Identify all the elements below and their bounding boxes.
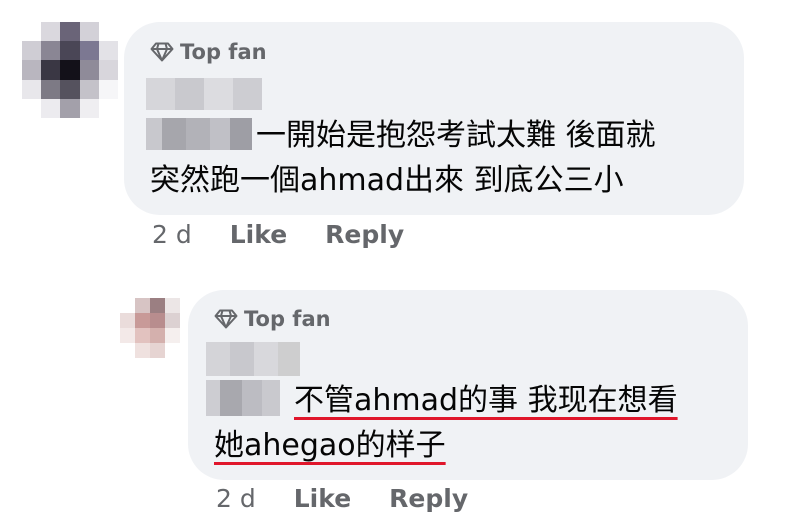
comment-actions: 2 d Like Reply [216, 484, 506, 513]
reply-button[interactable]: Reply [325, 220, 404, 249]
blurred-author-name[interactable] [206, 342, 300, 376]
comment-actions: 2 d Like Reply [152, 220, 442, 249]
diamond-icon [214, 309, 238, 329]
blurred-mention[interactable] [146, 118, 252, 150]
like-button[interactable]: Like [294, 484, 351, 513]
blurred-author-name[interactable] [146, 78, 262, 110]
badge-label: Top fan [244, 307, 331, 331]
comment-thread: Top fan 一開始是抱怨考試太難 後面就 突然跑一個ahmad出來 到底公三… [0, 0, 800, 525]
reply-button[interactable]: Reply [389, 484, 468, 513]
timestamp[interactable]: 2 d [152, 220, 192, 249]
comment-text-line: 突然跑一個ahmad出來 到底公三小 [150, 163, 624, 198]
top-fan-badge: Top fan [150, 40, 267, 64]
avatar[interactable] [120, 298, 180, 358]
like-button[interactable]: Like [230, 220, 287, 249]
top-fan-badge: Top fan [214, 307, 331, 331]
comment-text-line: 她ahegao的样子 [214, 428, 446, 463]
badge-label: Top fan [180, 40, 267, 64]
timestamp[interactable]: 2 d [216, 484, 256, 513]
blurred-mention[interactable] [206, 380, 280, 416]
diamond-icon [150, 42, 174, 62]
avatar[interactable] [22, 22, 118, 118]
